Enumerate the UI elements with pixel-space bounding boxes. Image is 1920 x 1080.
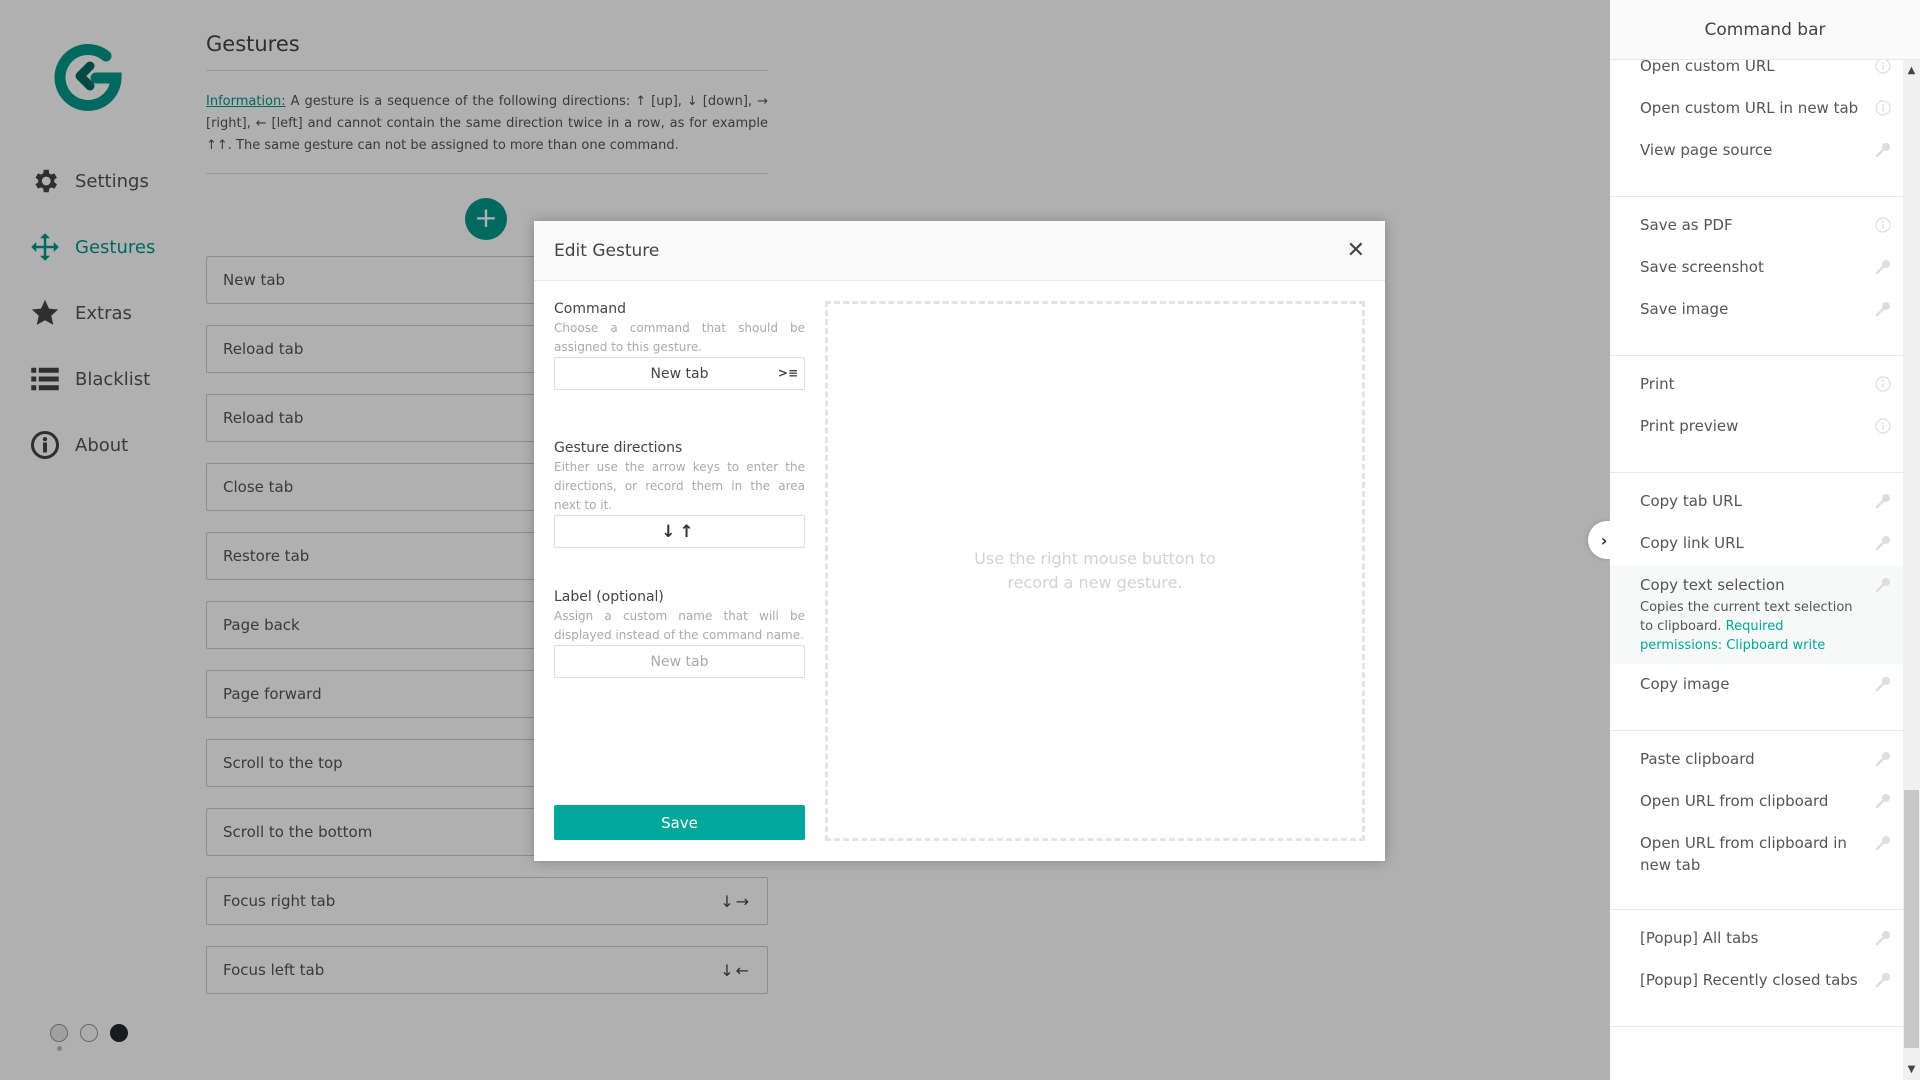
- command-item-label: Print: [1640, 375, 1675, 393]
- scroll-up-icon[interactable]: ▲: [1903, 62, 1920, 79]
- key-icon[interactable]: [1875, 751, 1891, 767]
- command-item-label: Open URL from clipboard in new tab: [1640, 834, 1847, 874]
- command-value: New tab: [650, 365, 709, 382]
- command-select[interactable]: New tab >≡: [554, 357, 805, 390]
- command-item-label: Copy link URL: [1640, 534, 1744, 552]
- directions-label: Gesture directions: [554, 440, 683, 456]
- key-icon[interactable]: [1875, 301, 1891, 317]
- command-item[interactable]: Open custom URL: [1610, 60, 1903, 88]
- chevron-right-icon: ›: [1600, 530, 1608, 550]
- command-item[interactable]: Save as PDF: [1610, 205, 1903, 247]
- command-item[interactable]: Copy image: [1610, 664, 1903, 706]
- directions-field: Gesture directions Either use the arrow …: [554, 440, 805, 548]
- command-item[interactable]: Save screenshot: [1610, 247, 1903, 289]
- key-icon[interactable]: [1875, 142, 1891, 158]
- scroll-down-icon[interactable]: ▼: [1903, 1061, 1920, 1078]
- info-icon[interactable]: [1875, 217, 1891, 233]
- command-item-label: Print preview: [1640, 417, 1739, 435]
- command-item-label: Open custom URL: [1640, 60, 1775, 75]
- key-icon[interactable]: [1875, 972, 1891, 988]
- command-item-label: Save screenshot: [1640, 258, 1764, 276]
- dialog-title: Edit Gesture: [554, 240, 660, 261]
- command-description: Choose a command that should be assigned…: [554, 321, 805, 354]
- command-item[interactable]: Print: [1610, 364, 1903, 406]
- command-item-label: Open URL from clipboard: [1640, 792, 1829, 810]
- scrollbar-thumb[interactable]: [1904, 790, 1919, 1048]
- key-icon[interactable]: [1875, 259, 1891, 275]
- key-icon[interactable]: [1875, 793, 1891, 809]
- command-item[interactable]: Print preview: [1610, 406, 1903, 448]
- command-item-label: Save as PDF: [1640, 216, 1733, 234]
- key-icon[interactable]: [1875, 930, 1891, 946]
- command-select-icon: >≡: [777, 366, 798, 380]
- command-item[interactable]: Open URL from clipboard: [1610, 781, 1903, 823]
- directions-description: Either use the arrow keys to enter the d…: [554, 460, 805, 512]
- gesture-record-area[interactable]: Use the right mouse button to record a n…: [825, 301, 1365, 841]
- command-list-scrollbar[interactable]: ▲ ▼: [1903, 60, 1920, 1080]
- command-item-label: View page source: [1640, 141, 1773, 159]
- command-item[interactable]: Open custom URL in new tab: [1610, 88, 1903, 130]
- command-item[interactable]: Copy text selection Copies the current te…: [1610, 565, 1903, 664]
- save-button[interactable]: Save: [554, 805, 805, 840]
- command-item-label: Copy text selection: [1640, 576, 1785, 594]
- command-group: Copy tab URL Copy link URL Copy text selec…: [1610, 473, 1903, 731]
- command-item-label: [Popup] All tabs: [1640, 929, 1759, 947]
- directions-input[interactable]: ↓↑: [554, 515, 805, 548]
- record-hint: Use the right mouse button to record a n…: [974, 549, 1216, 592]
- command-list: Open custom URL Open custom URL in new ta…: [1610, 60, 1903, 1080]
- custom-label-label: Label (optional): [554, 589, 664, 605]
- close-icon[interactable]: ✕: [1347, 238, 1365, 263]
- command-item[interactable]: Copy link URL: [1610, 523, 1903, 565]
- info-icon[interactable]: [1875, 100, 1891, 116]
- key-icon[interactable]: [1875, 535, 1891, 551]
- key-icon[interactable]: [1875, 676, 1891, 692]
- command-field: Command Choose a command that should be …: [554, 301, 805, 390]
- info-icon[interactable]: [1875, 60, 1891, 74]
- key-icon[interactable]: [1875, 493, 1891, 509]
- command-group: Paste clipboard Open URL from clipboard Op…: [1610, 731, 1903, 910]
- command-group: Save as PDF Save screenshot Save image: [1610, 197, 1903, 356]
- command-group: [Popup] All tabs [Popup] Recently closed …: [1610, 910, 1903, 1027]
- command-item-label: Copy image: [1640, 675, 1730, 693]
- label-field: Label (optional) Assign a custom name th…: [554, 589, 805, 678]
- command-item[interactable]: [Popup] Recently closed tabs: [1610, 960, 1903, 1002]
- key-icon[interactable]: [1875, 835, 1891, 851]
- command-item-label: [Popup] Recently closed tabs: [1640, 971, 1858, 989]
- custom-label-input[interactable]: New tab: [554, 645, 805, 678]
- command-item-label: Copy tab URL: [1640, 492, 1742, 510]
- command-group: Print Print preview: [1610, 356, 1903, 473]
- info-icon[interactable]: [1875, 418, 1891, 434]
- command-bar-title: Command bar: [1610, 0, 1920, 60]
- dialog-header: Edit Gesture ✕: [534, 221, 1385, 281]
- command-item-description: Copies the current text selection to cli…: [1640, 598, 1863, 655]
- command-item-label: Paste clipboard: [1640, 750, 1755, 768]
- command-item[interactable]: [Popup] All tabs: [1610, 918, 1903, 960]
- edit-gesture-dialog: Edit Gesture ✕ Command Choose a command …: [534, 221, 1385, 861]
- command-item-label: Open custom URL in new tab: [1640, 99, 1859, 117]
- command-item-label: Save image: [1640, 300, 1729, 318]
- command-item[interactable]: View page source: [1610, 130, 1903, 172]
- command-item[interactable]: Save image: [1610, 289, 1903, 331]
- command-bar-panel: Command bar Open custom URL Open custom U…: [1610, 0, 1920, 1080]
- command-label: Command: [554, 301, 626, 317]
- command-item[interactable]: Copy tab URL: [1610, 481, 1903, 523]
- command-item[interactable]: Open URL from clipboard in new tab: [1610, 823, 1903, 885]
- key-icon[interactable]: [1875, 577, 1891, 593]
- custom-label-description: Assign a custom name that will be displa…: [554, 609, 805, 642]
- command-group: Open custom URL Open custom URL in new ta…: [1610, 60, 1903, 197]
- command-item[interactable]: Paste clipboard: [1610, 739, 1903, 781]
- info-icon[interactable]: [1875, 376, 1891, 392]
